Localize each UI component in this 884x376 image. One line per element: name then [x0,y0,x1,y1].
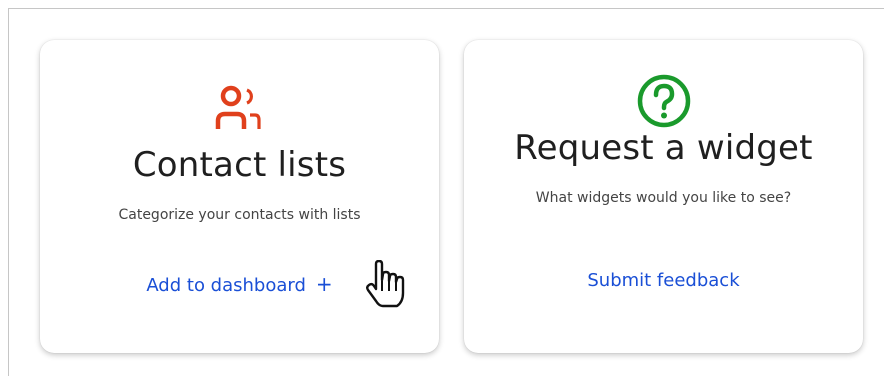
submit-feedback-label: Submit feedback [587,270,740,291]
add-to-dashboard-label: Add to dashboard [146,275,306,296]
contacts-icon [215,85,261,129]
card-description: What widgets would you like to see? [535,190,792,206]
card-description: Categorize your contacts with lists [118,207,361,223]
submit-feedback-button[interactable]: Submit feedback [464,270,863,291]
card-title: Contact lists [132,145,347,185]
plus-icon: + [315,272,333,296]
request-widget-card: Request a widget What widgets would you … [464,40,863,353]
card-title: Request a widget [514,128,813,168]
hand-pointer-icon [366,260,405,308]
question-circle-icon [637,74,690,128]
